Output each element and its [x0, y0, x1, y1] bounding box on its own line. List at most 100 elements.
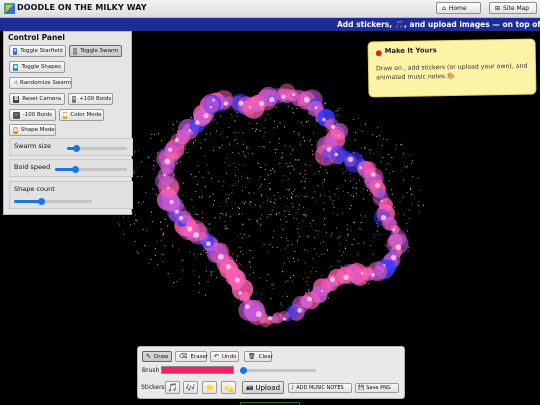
swarm-particle [261, 293, 263, 295]
swarm-particle [224, 226, 226, 228]
swarm-particle [397, 213, 399, 215]
swarm-particle [297, 209, 299, 211]
swarm-particle [137, 176, 139, 178]
undo-button[interactable]: ↶ Undo [210, 351, 239, 362]
swarm-particle [312, 267, 314, 269]
site-map-button[interactable]: ⊞ Site Map [489, 2, 537, 14]
swarm-particle [199, 276, 201, 278]
shape-count-slider[interactable] [14, 198, 92, 205]
swarm-particle [272, 246, 274, 248]
home-button[interactable]: ⌂ Home [436, 2, 481, 14]
swarm-particle [235, 175, 237, 177]
swarm-particle [164, 218, 166, 220]
swarm-particle [364, 215, 366, 217]
swarm-particle [290, 153, 292, 155]
sticker-music-notes-button[interactable]: 🎶 [183, 381, 198, 394]
swarm-particle [232, 253, 234, 255]
reset-camera-button[interactable]: ◘ Reset Camera [9, 93, 65, 105]
eraser-label: Eraser [190, 353, 209, 360]
swarm-particle [401, 144, 403, 146]
swarm-particle [195, 257, 197, 259]
brush-size-slider[interactable] [240, 367, 316, 374]
eraser-button[interactable]: ⌫ Eraser [175, 351, 209, 362]
swarm-particle [149, 258, 151, 260]
swarm-particle [255, 292, 257, 294]
shape-count-thumb[interactable] [38, 198, 46, 205]
swarm-particle [315, 271, 317, 273]
randomize-swarm-button[interactable]: ⤨ Randomize Swarm [9, 77, 72, 89]
swarm-particle [232, 151, 233, 153]
swarm-particle [403, 165, 405, 167]
swarm-particle [287, 280, 289, 282]
swarm-particle [389, 173, 391, 175]
swarm-particle [337, 110, 339, 112]
app-logo-icon [4, 3, 15, 14]
sticker-sparkle-button[interactable]: 💫 [221, 381, 236, 394]
swarm-particle [223, 180, 225, 182]
clear-button[interactable]: 🗑 Clear [244, 351, 273, 362]
swarm-particle [363, 189, 365, 191]
swarm-particle [368, 283, 370, 285]
swarm-particle [221, 144, 223, 146]
swarm-particle [262, 202, 264, 204]
minus-100-boids-button[interactable]: − -100 Boids [9, 109, 56, 121]
swarm-particle [291, 165, 293, 167]
swarm-particle [323, 208, 325, 210]
swarm-particle [262, 146, 264, 148]
swarm-particle [199, 292, 201, 293]
swarm-highlight [360, 272, 364, 275]
starfield-icon: ✦ [13, 47, 18, 55]
swarm-particle [137, 150, 139, 152]
swarm-particle [216, 130, 218, 132]
swarm-particle [144, 245, 146, 247]
sticker-star-button[interactable]: ⭐ [202, 381, 217, 394]
swarm-particle [312, 257, 314, 259]
swarm-particle [237, 255, 239, 257]
swarm-particle [235, 183, 237, 185]
brush-color-picker[interactable] [161, 366, 234, 374]
sticker-music-note-button[interactable]: 🎵 [165, 381, 180, 394]
info-card: Make It Yours Draw on , add stickers (or… [367, 38, 537, 98]
toggle-swarm-button[interactable]: ⁘ Toggle Swarm [69, 45, 122, 57]
boid-speed-slider[interactable] [55, 166, 127, 173]
swarm-particle [287, 240, 289, 242]
swarm-particle [159, 221, 161, 223]
swarm-particle [250, 250, 252, 251]
swarm-particle [399, 201, 401, 203]
swarm-size-thumb[interactable] [73, 145, 80, 152]
swarm-particle [408, 246, 410, 248]
plus-100-boids-button[interactable]: + +100 Boids [68, 93, 113, 105]
swarm-particle [395, 144, 397, 146]
swarm-particle [315, 140, 317, 142]
color-mode-button[interactable]: ● Color Mode [59, 109, 104, 121]
swarm-size-slider[interactable] [67, 145, 127, 152]
swarm-particle [200, 147, 202, 149]
swarm-particle [304, 262, 306, 264]
toggle-shapes-button[interactable]: ◆ Toggle Shapes [9, 61, 65, 73]
boid-speed-thumb[interactable] [72, 166, 80, 173]
swarm-particle [264, 119, 266, 121]
swarm-particle [296, 107, 298, 109]
toggle-starfield-button[interactable]: ✦ Toggle Starfield [9, 45, 66, 57]
draw-button[interactable]: ✎ Draw [142, 351, 172, 362]
swarm-highlight [174, 138, 179, 142]
swarm-particle [312, 153, 314, 155]
swarm-particle [242, 132, 244, 134]
shape-count-label: Shape count [14, 185, 55, 193]
swarm-particle [318, 255, 320, 257]
save-png-button[interactable]: 💾 Save PNG [355, 383, 399, 393]
swarm-particle [324, 224, 326, 226]
swarm-particle [302, 125, 304, 127]
brush-size-thumb[interactable] [240, 367, 248, 374]
swarm-particle [143, 201, 144, 203]
swarm-particle [297, 159, 299, 161]
swarm-particle [355, 132, 356, 134]
swarm-particle [304, 169, 306, 171]
swarm-particle [363, 242, 365, 244]
swarm-particle [242, 253, 244, 255]
add-music-notes-button[interactable]: ♪ ADD MUSIC NOTES [288, 383, 352, 393]
swarm-particle [272, 202, 274, 203]
shape-mode-button[interactable]: ▣ Shape Mode [9, 124, 56, 136]
swarm-particle [306, 281, 308, 283]
upload-button[interactable]: 📷 Upload [242, 381, 284, 394]
